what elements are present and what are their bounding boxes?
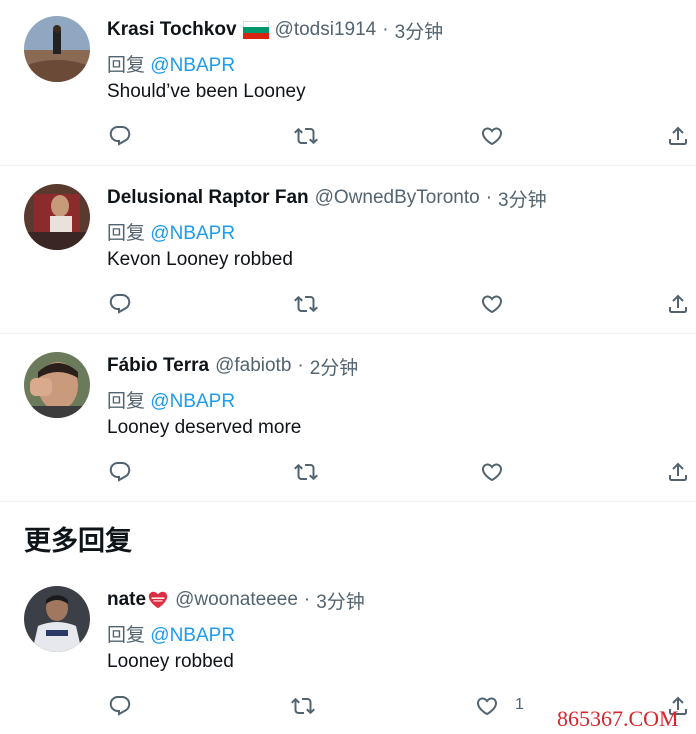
tweet-header: Delusional Raptor Fan @OwnedByToronto · …	[107, 184, 547, 212]
retweet-button[interactable]	[292, 122, 320, 150]
watermark: 865367.COM	[557, 706, 679, 731]
separator: ·	[297, 355, 304, 376]
reply-icon	[108, 292, 132, 316]
like-icon	[480, 460, 504, 484]
reply-button[interactable]	[106, 692, 134, 720]
tweet-card[interactable]: Fábio Terra @fabiotb · 2分钟 回复 @NBAPR Loo…	[0, 334, 696, 502]
retweet-icon	[294, 124, 318, 148]
reply-button[interactable]	[106, 458, 134, 486]
tweet-header: Fábio Terra @fabiotb · 2分钟	[107, 352, 358, 380]
timestamp[interactable]: 3分钟	[316, 587, 365, 614]
mention-link[interactable]: @NBAPR	[150, 625, 235, 646]
author-handle[interactable]: @OwnedByToronto	[315, 187, 480, 209]
avatar[interactable]	[24, 184, 90, 250]
tweet-header: nate @woonateeee · 3分钟	[107, 586, 365, 614]
share-icon	[666, 124, 690, 148]
author-name[interactable]: nate	[107, 589, 146, 611]
reply-icon	[108, 694, 132, 718]
heart-emoji-icon	[147, 589, 169, 611]
share-icon	[666, 292, 690, 316]
like-button[interactable]	[478, 290, 506, 318]
reply-icon	[108, 124, 132, 148]
retweet-button[interactable]	[292, 458, 320, 486]
like-button[interactable]	[473, 692, 501, 720]
bulgaria-flag-icon	[242, 21, 269, 39]
reply-prefix: 回复	[107, 55, 146, 76]
author-handle[interactable]: @woonateeee	[175, 589, 298, 611]
share-button[interactable]	[664, 458, 692, 486]
like-count: 1	[515, 696, 524, 713]
more-replies-heading: 更多回复	[24, 526, 132, 556]
reply-button[interactable]	[106, 122, 134, 150]
separator: ·	[303, 589, 311, 610]
author-name[interactable]: Delusional Raptor Fan	[107, 187, 309, 209]
mention-link[interactable]: @NBAPR	[150, 55, 235, 76]
like-button[interactable]	[478, 458, 506, 486]
retweet-icon	[294, 460, 318, 484]
like-button[interactable]	[478, 122, 506, 150]
separator: ·	[382, 19, 389, 40]
action-bar	[0, 458, 696, 486]
reply-context: 回复 @NBAPR	[107, 386, 235, 413]
retweet-icon	[291, 694, 315, 718]
action-bar	[0, 122, 696, 150]
action-bar	[0, 290, 696, 318]
reply-prefix: 回复	[107, 223, 146, 244]
retweet-button[interactable]	[289, 692, 317, 720]
tweet-card[interactable]: Delusional Raptor Fan @OwnedByToronto · …	[0, 166, 696, 334]
reply-prefix: 回复	[107, 625, 146, 646]
like-icon	[480, 292, 504, 316]
like-icon	[475, 694, 499, 718]
mention-link[interactable]: @NBAPR	[150, 391, 235, 412]
author-name[interactable]: Fábio Terra	[107, 355, 209, 377]
tweet-card[interactable]: Krasi Tochkov @todsi1914 · 3分钟 回复 @NBAPR…	[0, 0, 696, 166]
separator: ·	[485, 187, 493, 208]
timestamp[interactable]: 2分钟	[310, 353, 359, 380]
share-icon	[666, 460, 690, 484]
reply-context: 回复 @NBAPR	[107, 620, 235, 647]
tweet-header: Krasi Tochkov @todsi1914 · 3分钟	[107, 16, 443, 44]
author-handle[interactable]: @todsi1914	[275, 19, 377, 41]
share-button[interactable]	[664, 290, 692, 318]
reply-button[interactable]	[106, 290, 134, 318]
retweet-icon	[294, 292, 318, 316]
tweet-text: Kevon Looney robbed	[107, 249, 293, 270]
timestamp[interactable]: 3分钟	[498, 185, 547, 212]
like-icon	[480, 124, 504, 148]
mention-link[interactable]: @NBAPR	[150, 223, 235, 244]
author-handle[interactable]: @fabiotb	[215, 355, 291, 377]
retweet-button[interactable]	[292, 290, 320, 318]
tweet-text: Should’ve been Looney	[107, 81, 306, 102]
reply-prefix: 回复	[107, 391, 146, 412]
avatar[interactable]	[24, 352, 90, 418]
tweet-text: Looney deserved more	[107, 417, 302, 438]
tweet-text: Looney robbed	[107, 651, 234, 672]
share-button[interactable]	[664, 122, 692, 150]
timestamp[interactable]: 3分钟	[395, 17, 444, 44]
reply-context: 回复 @NBAPR	[107, 218, 235, 245]
author-name[interactable]: Krasi Tochkov	[107, 19, 237, 41]
avatar[interactable]	[24, 586, 90, 652]
reply-icon	[108, 460, 132, 484]
avatar[interactable]	[24, 16, 90, 82]
reply-context: 回复 @NBAPR	[107, 50, 235, 77]
